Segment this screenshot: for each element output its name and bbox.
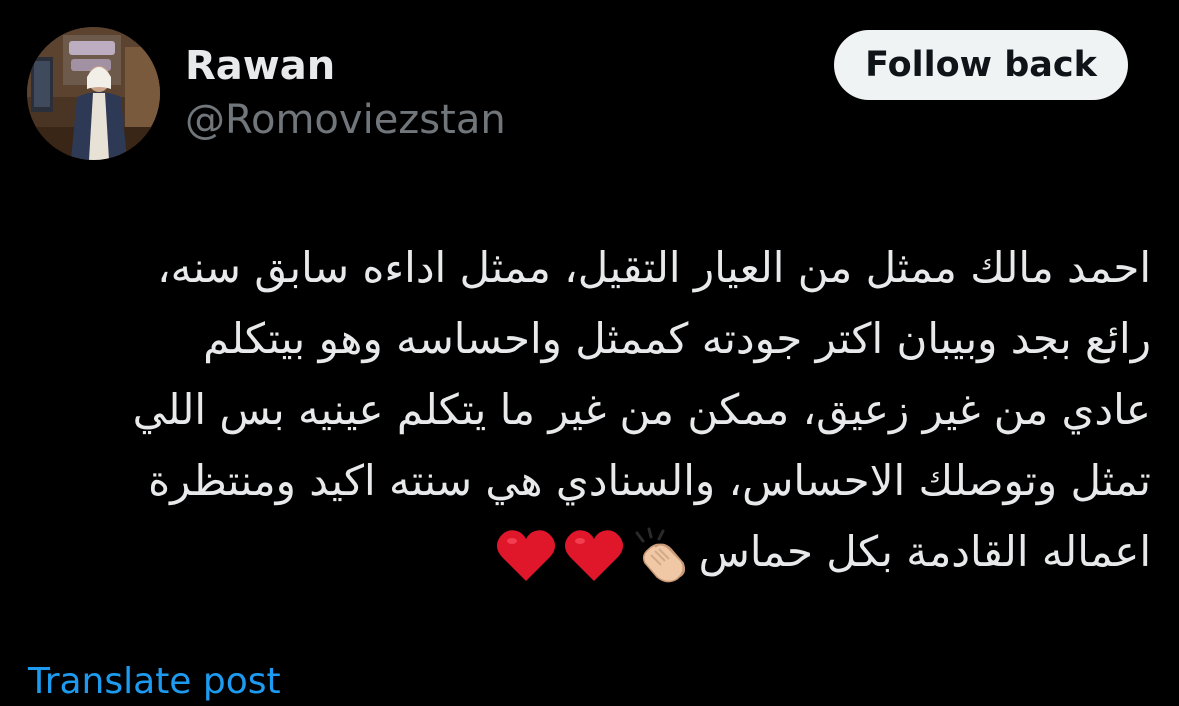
- post-text-line: تمثل وتوصلك الاحساس، والسنادي هي سنته اك…: [148, 456, 1151, 505]
- post-text-line: عادي من غير زعيق، ممكن من غير ما يتكلم ع…: [132, 385, 1151, 434]
- avatar[interactable]: [27, 27, 160, 160]
- red-heart-icon: [563, 527, 625, 583]
- author-name[interactable]: Rawan: [185, 40, 335, 92]
- post-text: احمد مالك ممثل من العيار التقيل، ممثل اد…: [26, 232, 1151, 587]
- post-card: Rawan @Romoviezstan Follow back احمد مال…: [0, 0, 1179, 706]
- post-text-line: اعماله القادمة بكل حماس: [698, 527, 1151, 576]
- post-text-line: رائع بجد وبيبان اكتر جودته كممثل واحساسه…: [203, 314, 1151, 363]
- follow-back-button[interactable]: Follow back: [834, 30, 1128, 100]
- avatar-photo: [27, 27, 160, 160]
- translate-post-link[interactable]: Translate post: [28, 658, 281, 706]
- red-heart-icon: [495, 527, 557, 583]
- post-text-last-line: اعماله القادمة بكل حماس: [26, 516, 1151, 587]
- clapping-hands-icon: [631, 527, 693, 583]
- post-text-line: احمد مالك ممثل من العيار التقيل، ممثل اد…: [157, 243, 1151, 292]
- author-handle[interactable]: @Romoviezstan: [185, 94, 506, 146]
